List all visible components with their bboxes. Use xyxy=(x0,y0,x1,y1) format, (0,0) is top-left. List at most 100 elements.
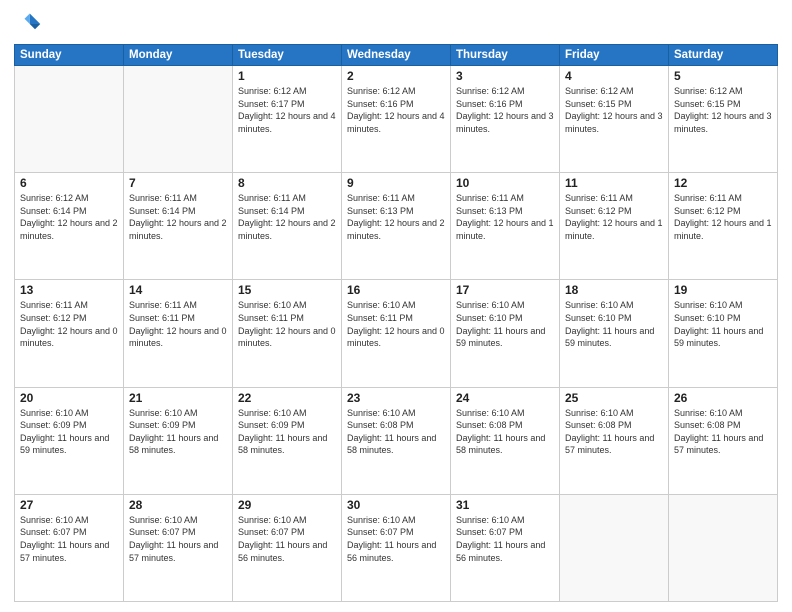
calendar-cell: 10Sunrise: 6:11 AM Sunset: 6:13 PM Dayli… xyxy=(451,173,560,280)
calendar-cell: 22Sunrise: 6:10 AM Sunset: 6:09 PM Dayli… xyxy=(233,387,342,494)
calendar-week-row: 27 Sunrise: 6:10 AM Sunset: 6:07 PM Dayli… xyxy=(15,494,778,601)
cell-info: Sunrise: 6:11 AM Sunset: 6:12 PM Dayligh… xyxy=(565,192,663,242)
cell-info: Sunrise: 6:11 AM Sunset: 6:14 PM Dayligh… xyxy=(129,192,227,242)
calendar-cell: 27 Sunrise: 6:10 AM Sunset: 6:07 PM Dayli… xyxy=(15,494,124,601)
weekday-header: Saturday xyxy=(669,45,778,66)
cell-info: Sunrise: 6:10 AM Sunset: 6:07 PM Dayligh… xyxy=(238,514,336,564)
cell-info: Sunrise: 6:11 AM Sunset: 6:13 PM Dayligh… xyxy=(347,192,445,242)
day-number: 16 xyxy=(347,283,445,297)
day-number: 1 xyxy=(238,69,336,83)
calendar-cell xyxy=(560,494,669,601)
day-number: 6 xyxy=(20,176,118,190)
calendar-cell: 4 Sunrise: 6:12 AM Sunset: 6:15 PM Daylig… xyxy=(560,66,669,173)
page: SundayMondayTuesdayWednesdayThursdayFrid… xyxy=(0,0,792,612)
calendar-cell: 28 Sunrise: 6:10 AM Sunset: 6:07 PM Dayli… xyxy=(124,494,233,601)
day-number: 23 xyxy=(347,391,445,405)
calendar-cell xyxy=(669,494,778,601)
calendar-cell: 12 Sunrise: 6:11 AM Sunset: 6:12 PM Dayli… xyxy=(669,173,778,280)
calendar-week-row: 20Sunrise: 6:10 AM Sunset: 6:09 PM Dayli… xyxy=(15,387,778,494)
calendar-cell: 19 Sunrise: 6:10 AM Sunset: 6:10 PM Dayli… xyxy=(669,280,778,387)
day-number: 28 xyxy=(129,498,227,512)
calendar-cell: 3Sunrise: 6:12 AM Sunset: 6:16 PM Daylig… xyxy=(451,66,560,173)
day-number: 14 xyxy=(129,283,227,297)
day-number: 8 xyxy=(238,176,336,190)
day-number: 15 xyxy=(238,283,336,297)
cell-info: Sunrise: 6:10 AM Sunset: 6:07 PM Dayligh… xyxy=(20,514,118,564)
cell-info: Sunrise: 6:11 AM Sunset: 6:11 PM Dayligh… xyxy=(129,299,227,349)
calendar-cell: 17 Sunrise: 6:10 AM Sunset: 6:10 PM Dayli… xyxy=(451,280,560,387)
calendar-cell: 8 Sunrise: 6:11 AM Sunset: 6:14 PM Daylig… xyxy=(233,173,342,280)
cell-info: Sunrise: 6:10 AM Sunset: 6:08 PM Dayligh… xyxy=(347,407,445,457)
day-number: 19 xyxy=(674,283,772,297)
weekday-header: Tuesday xyxy=(233,45,342,66)
cell-info: Sunrise: 6:12 AM Sunset: 6:16 PM Dayligh… xyxy=(347,85,445,135)
calendar-cell: 6 Sunrise: 6:12 AM Sunset: 6:14 PM Daylig… xyxy=(15,173,124,280)
cell-info: Sunrise: 6:10 AM Sunset: 6:08 PM Dayligh… xyxy=(565,407,663,457)
weekday-header: Friday xyxy=(560,45,669,66)
cell-info: Sunrise: 6:10 AM Sunset: 6:09 PM Dayligh… xyxy=(129,407,227,457)
day-number: 18 xyxy=(565,283,663,297)
calendar-cell: 24 Sunrise: 6:10 AM Sunset: 6:08 PM Dayli… xyxy=(451,387,560,494)
header xyxy=(14,10,778,38)
cell-info: Sunrise: 6:11 AM Sunset: 6:12 PM Dayligh… xyxy=(674,192,772,242)
day-number: 17 xyxy=(456,283,554,297)
cell-info: Sunrise: 6:11 AM Sunset: 6:14 PM Dayligh… xyxy=(238,192,336,242)
day-number: 25 xyxy=(565,391,663,405)
cell-info: Sunrise: 6:10 AM Sunset: 6:10 PM Dayligh… xyxy=(456,299,554,349)
calendar-cell xyxy=(15,66,124,173)
cell-info: Sunrise: 6:11 AM Sunset: 6:12 PM Dayligh… xyxy=(20,299,118,349)
day-number: 31 xyxy=(456,498,554,512)
weekday-header: Thursday xyxy=(451,45,560,66)
day-number: 24 xyxy=(456,391,554,405)
day-number: 11 xyxy=(565,176,663,190)
cell-info: Sunrise: 6:10 AM Sunset: 6:07 PM Dayligh… xyxy=(347,514,445,564)
cell-info: Sunrise: 6:10 AM Sunset: 6:10 PM Dayligh… xyxy=(565,299,663,349)
day-number: 9 xyxy=(347,176,445,190)
day-number: 26 xyxy=(674,391,772,405)
cell-info: Sunrise: 6:10 AM Sunset: 6:11 PM Dayligh… xyxy=(347,299,445,349)
calendar-cell: 9 Sunrise: 6:11 AM Sunset: 6:13 PM Daylig… xyxy=(342,173,451,280)
day-number: 3 xyxy=(456,69,554,83)
cell-info: Sunrise: 6:10 AM Sunset: 6:09 PM Dayligh… xyxy=(20,407,118,457)
cell-info: Sunrise: 6:12 AM Sunset: 6:14 PM Dayligh… xyxy=(20,192,118,242)
calendar-cell: 13 Sunrise: 6:11 AM Sunset: 6:12 PM Dayli… xyxy=(15,280,124,387)
logo-icon xyxy=(14,10,42,38)
calendar-cell: 11 Sunrise: 6:11 AM Sunset: 6:12 PM Dayli… xyxy=(560,173,669,280)
calendar-cell: 31 Sunrise: 6:10 AM Sunset: 6:07 PM Dayli… xyxy=(451,494,560,601)
calendar-cell xyxy=(124,66,233,173)
cell-info: Sunrise: 6:10 AM Sunset: 6:10 PM Dayligh… xyxy=(674,299,772,349)
calendar-cell: 5 Sunrise: 6:12 AM Sunset: 6:15 PM Daylig… xyxy=(669,66,778,173)
day-number: 13 xyxy=(20,283,118,297)
day-number: 21 xyxy=(129,391,227,405)
day-number: 29 xyxy=(238,498,336,512)
day-number: 30 xyxy=(347,498,445,512)
cell-info: Sunrise: 6:12 AM Sunset: 6:15 PM Dayligh… xyxy=(565,85,663,135)
weekday-header: Sunday xyxy=(15,45,124,66)
cell-info: Sunrise: 6:12 AM Sunset: 6:15 PM Dayligh… xyxy=(674,85,772,135)
day-number: 12 xyxy=(674,176,772,190)
cell-info: Sunrise: 6:10 AM Sunset: 6:07 PM Dayligh… xyxy=(129,514,227,564)
calendar-cell: 25 Sunrise: 6:10 AM Sunset: 6:08 PM Dayli… xyxy=(560,387,669,494)
calendar-cell: 26 Sunrise: 6:10 AM Sunset: 6:08 PM Dayli… xyxy=(669,387,778,494)
calendar-week-row: 13 Sunrise: 6:11 AM Sunset: 6:12 PM Dayli… xyxy=(15,280,778,387)
day-number: 7 xyxy=(129,176,227,190)
calendar-cell: 1 Sunrise: 6:12 AM Sunset: 6:17 PM Daylig… xyxy=(233,66,342,173)
calendar-cell: 30 Sunrise: 6:10 AM Sunset: 6:07 PM Dayli… xyxy=(342,494,451,601)
calendar-cell: 29 Sunrise: 6:10 AM Sunset: 6:07 PM Dayli… xyxy=(233,494,342,601)
day-number: 27 xyxy=(20,498,118,512)
cell-info: Sunrise: 6:12 AM Sunset: 6:17 PM Dayligh… xyxy=(238,85,336,135)
cell-info: Sunrise: 6:10 AM Sunset: 6:08 PM Dayligh… xyxy=(456,407,554,457)
day-number: 5 xyxy=(674,69,772,83)
calendar-cell: 15 Sunrise: 6:10 AM Sunset: 6:11 PM Dayli… xyxy=(233,280,342,387)
weekday-header: Wednesday xyxy=(342,45,451,66)
day-number: 10 xyxy=(456,176,554,190)
calendar-cell: 2Sunrise: 6:12 AM Sunset: 6:16 PM Daylig… xyxy=(342,66,451,173)
cell-info: Sunrise: 6:10 AM Sunset: 6:07 PM Dayligh… xyxy=(456,514,554,564)
weekday-header-row: SundayMondayTuesdayWednesdayThursdayFrid… xyxy=(15,45,778,66)
calendar-table: SundayMondayTuesdayWednesdayThursdayFrid… xyxy=(14,44,778,602)
calendar-cell: 20Sunrise: 6:10 AM Sunset: 6:09 PM Dayli… xyxy=(15,387,124,494)
cell-info: Sunrise: 6:10 AM Sunset: 6:08 PM Dayligh… xyxy=(674,407,772,457)
day-number: 22 xyxy=(238,391,336,405)
day-number: 4 xyxy=(565,69,663,83)
cell-info: Sunrise: 6:10 AM Sunset: 6:11 PM Dayligh… xyxy=(238,299,336,349)
